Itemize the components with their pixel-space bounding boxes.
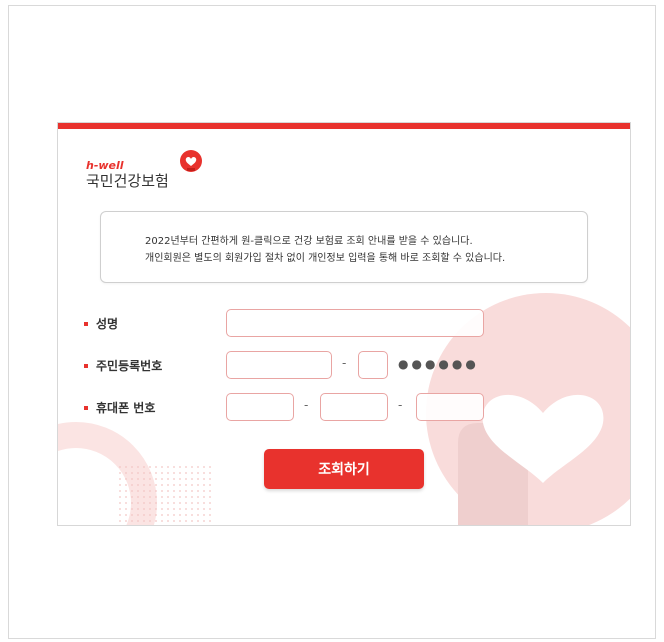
bullet-icon — [84, 321, 88, 326]
notice-box: 2022년부터 간편하게 원-클릭으로 건강 보험료 조회 안내를 받을 수 있… — [100, 211, 588, 283]
name-label: 성명 — [84, 315, 118, 332]
phone-label: 휴대폰 번호 — [84, 399, 155, 416]
phone-part3-input[interactable] — [416, 393, 484, 421]
submit-lookup-button[interactable]: 조회하기 — [264, 449, 424, 489]
nhis-logo: h-well 국민건강보험 — [86, 149, 226, 193]
rrn-separator: - — [342, 356, 347, 370]
phone-separator-2: - — [398, 398, 403, 412]
lookup-panel: h-well 국민건강보험 2022년부터 간편하게 원-클릭으로 건강 보험료… — [57, 122, 631, 526]
notice-line-1: 2022년부터 간편하게 원-클릭으로 건강 보험료 조회 안내를 받을 수 있… — [145, 236, 473, 247]
bullet-icon — [84, 363, 88, 368]
name-input[interactable] — [226, 309, 484, 337]
logo-brand-main: 국민건강보험 — [86, 172, 169, 190]
heart-logo-icon — [180, 150, 202, 172]
rrn-label: 주민등록번호 — [84, 357, 162, 374]
rrn-label-text: 주민등록번호 — [96, 359, 163, 373]
phone-part1-input[interactable] — [226, 393, 294, 421]
phone-separator-1: - — [304, 398, 309, 412]
phone-part2-input[interactable] — [320, 393, 388, 421]
rrn-back-first-digit-input[interactable] — [358, 351, 388, 379]
rrn-masked-digits: ●●●●●● — [398, 357, 479, 371]
rrn-front-input[interactable] — [226, 351, 332, 379]
name-label-text: 성명 — [96, 317, 119, 331]
notice-line-2: 개인회원은 별도의 회원가입 절차 없이 개인정보 입력을 통해 바로 조회할 … — [145, 253, 506, 264]
bullet-icon — [84, 405, 88, 410]
phone-label-text: 휴대폰 번호 — [96, 401, 156, 415]
